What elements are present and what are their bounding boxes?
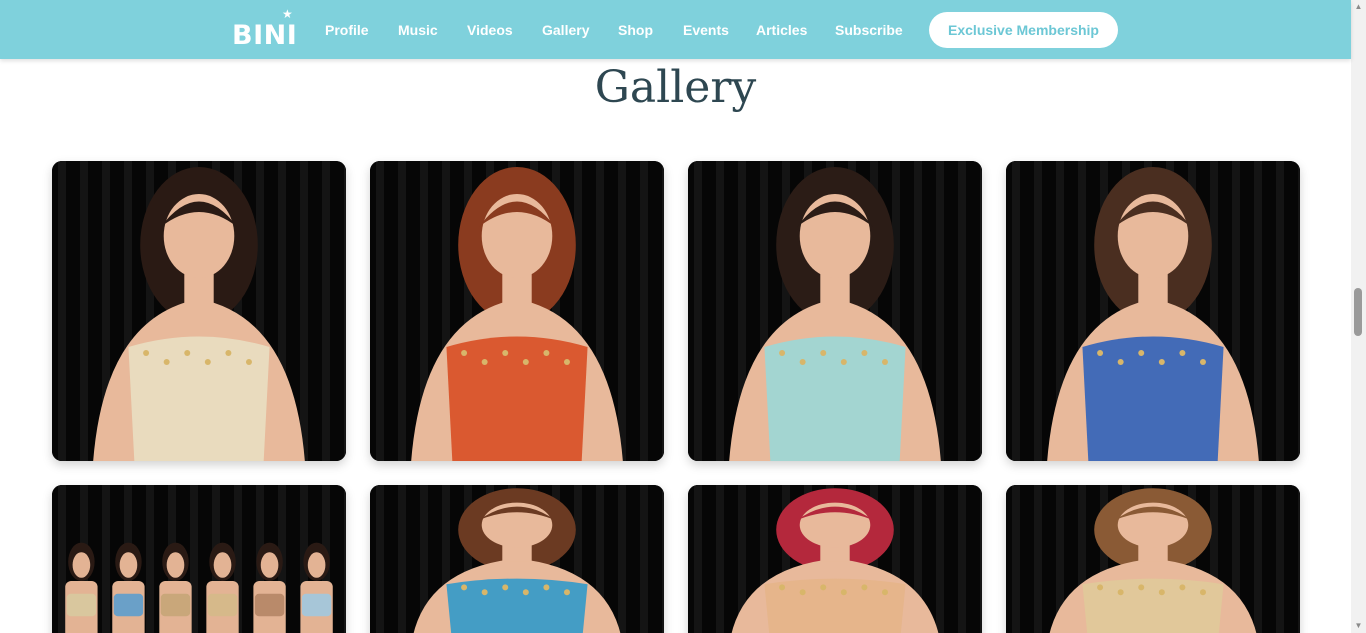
star-icon: ★	[282, 7, 293, 21]
nav-link-gallery[interactable]: Gallery	[542, 20, 589, 40]
nav-link-articles[interactable]: Articles	[756, 20, 807, 40]
nav-link-music[interactable]: Music	[398, 20, 438, 40]
gallery-image[interactable]	[370, 485, 664, 633]
gallery-image[interactable]	[688, 485, 982, 633]
scroll-down-arrow-icon[interactable]: ▼	[1354, 622, 1363, 630]
nav-link-videos[interactable]: Videos	[467, 20, 513, 40]
page-title: Gallery	[594, 62, 757, 113]
top-navbar: BINI ★ Profile Music Videos Gallery Shop…	[0, 0, 1351, 59]
nav-link-events[interactable]: Events	[683, 20, 729, 40]
gallery-image[interactable]	[52, 161, 346, 461]
gallery-image[interactable]	[52, 485, 346, 633]
gallery-image[interactable]	[1006, 161, 1300, 461]
gallery-image[interactable]	[688, 161, 982, 461]
scroll-up-arrow-icon[interactable]: ▲	[1354, 3, 1363, 11]
gallery-image[interactable]	[1006, 485, 1300, 633]
scrollbar-thumb[interactable]	[1354, 288, 1362, 336]
nav-link-subscribe[interactable]: Subscribe	[835, 20, 903, 40]
exclusive-membership-button[interactable]: Exclusive Membership	[929, 12, 1118, 48]
logo-text: BINI	[232, 20, 298, 51]
bini-logo[interactable]: BINI ★	[232, 7, 298, 52]
gallery-image[interactable]	[370, 161, 664, 461]
nav-link-shop[interactable]: Shop	[618, 20, 653, 40]
nav-link-profile[interactable]: Profile	[325, 20, 369, 40]
